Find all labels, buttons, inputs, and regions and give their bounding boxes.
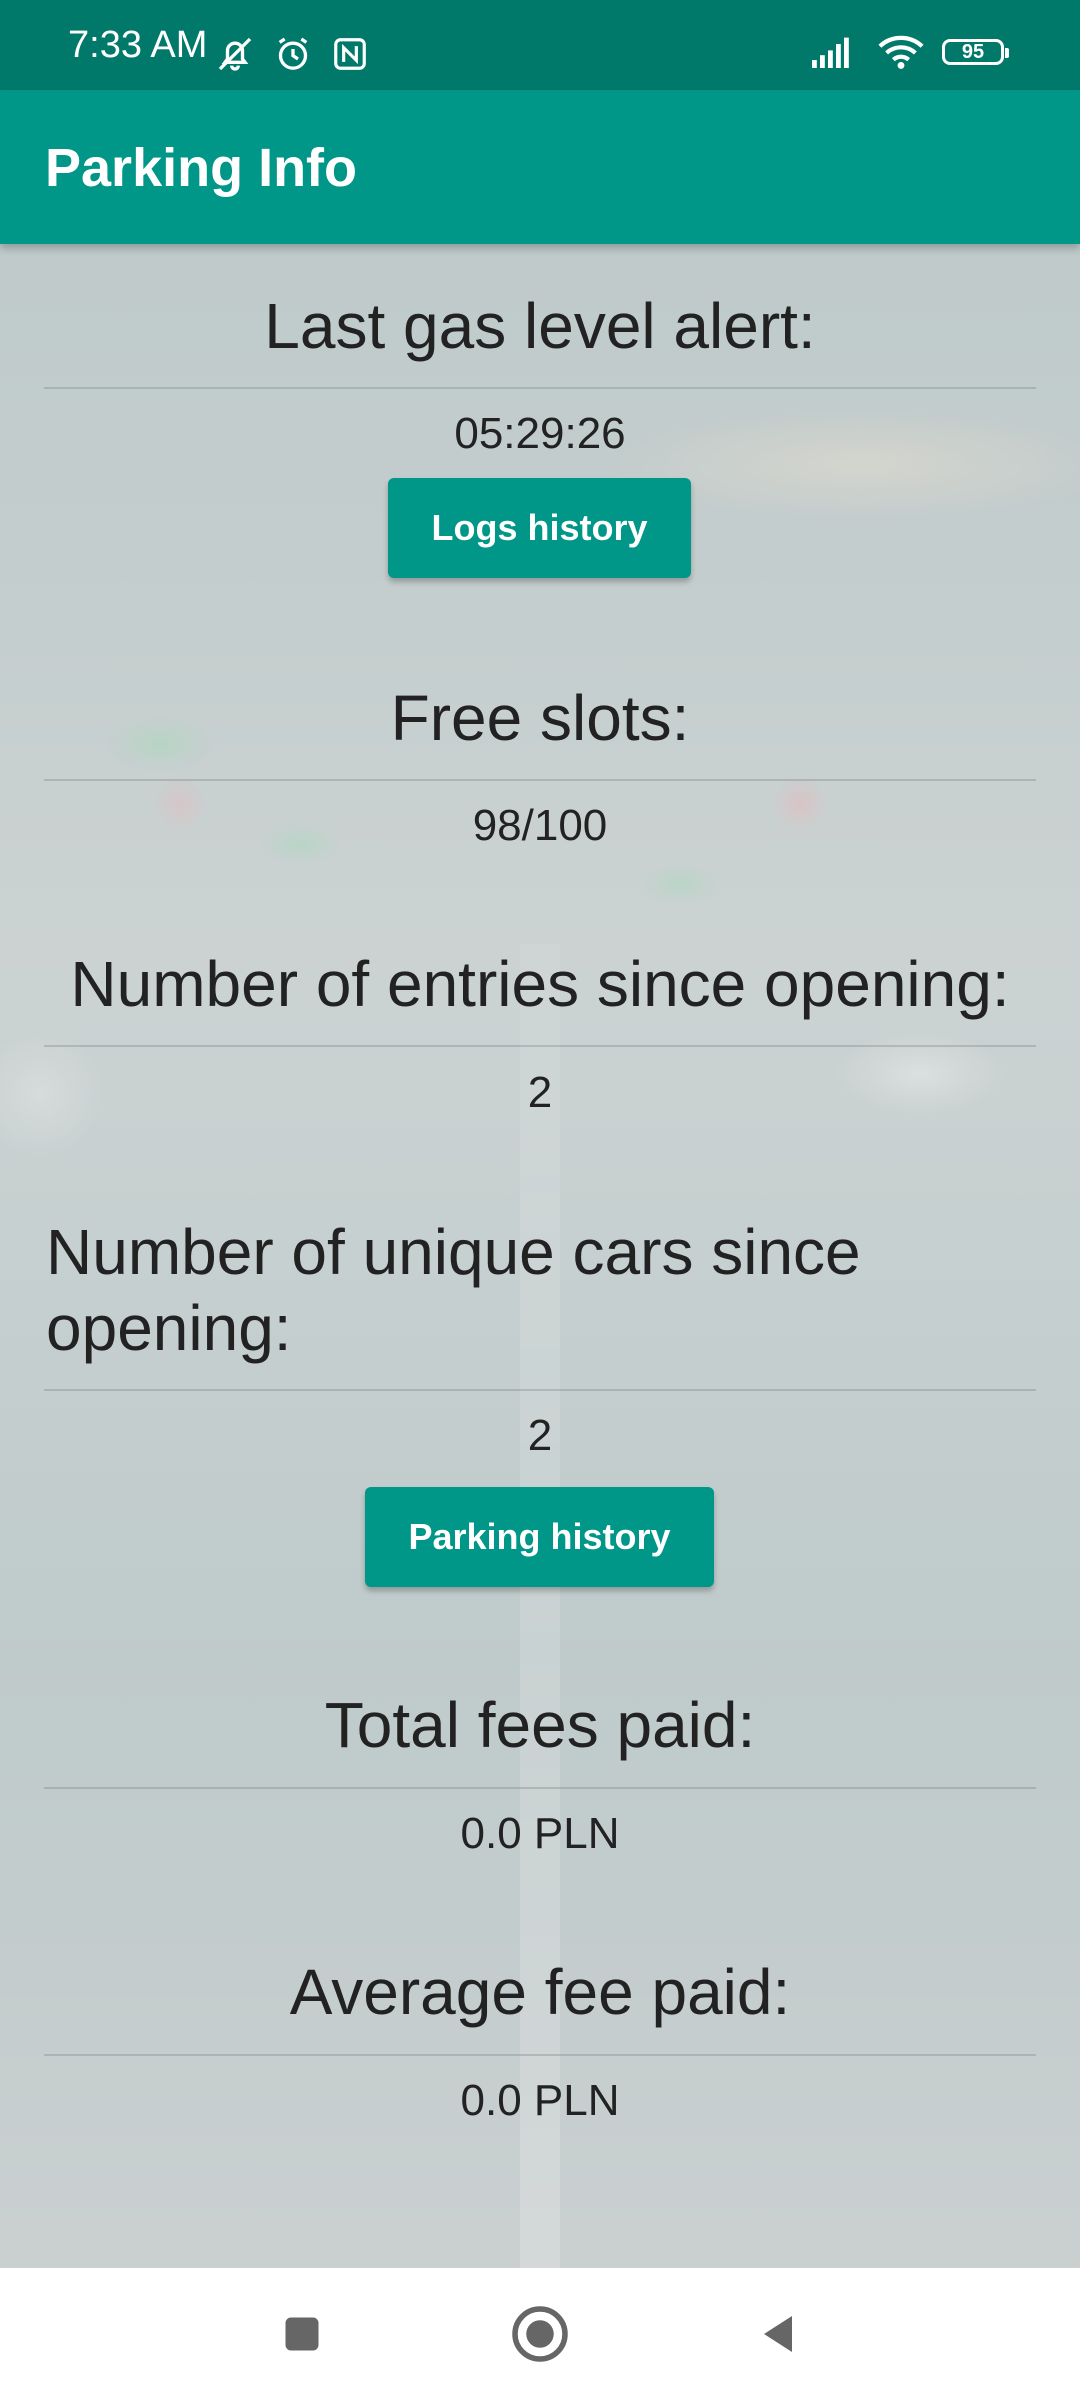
main-content: Last gas level alert: 05:29:26 Logs hist… [0,244,1080,2268]
battery-icon: 95 [942,39,1009,65]
home-button[interactable] [508,2302,572,2366]
divider [44,779,1036,781]
unique-cars-section: Number of unique cars since opening: [0,1214,1080,1366]
app-title: Parking Info [45,138,358,198]
app-bar: Parking Info [0,90,1080,244]
muted-bell-icon [218,37,252,71]
nfc-icon [334,38,366,70]
divider [44,2054,1036,2056]
back-triangle-icon [764,2316,792,2352]
alarm-icon [278,37,308,70]
total-fees-value: 0.0 PLN [460,1809,620,1858]
entries-value: 2 [527,1068,553,1117]
signal-icon [812,37,849,68]
gas-alert-section: Last gas level alert: [0,288,1080,364]
average-fee-section: Average fee paid: [0,1954,1080,2030]
battery-level: 95 [961,40,985,63]
recents-button[interactable] [270,2302,334,2366]
logs-history-button[interactable]: Logs history [388,478,691,578]
status-time: 7:33 AM [68,24,208,66]
free-slots-value: 98/100 [472,801,608,850]
entries-label: Number of entries since opening: [70,948,1010,1020]
parking-history-button[interactable]: Parking history [365,1487,714,1587]
divider [44,1787,1036,1789]
navigation-bar [0,2268,1080,2400]
entries-section: Number of entries since opening: [0,946,1080,1022]
gas-alert-label: Last gas level alert: [264,290,816,362]
divider [44,1045,1036,1047]
free-slots-section: Free slots: [0,680,1080,756]
status-bar: 7:33 AM 95 [0,0,1080,90]
back-button[interactable] [746,2302,810,2366]
total-fees-section: Total fees paid: [0,1687,1080,1763]
unique-cars-value: 2 [527,1411,553,1460]
total-fees-label: Total fees paid: [324,1689,756,1761]
average-fee-value: 0.0 PLN [460,2076,620,2125]
unique-cars-label: Number of unique cars since opening: [46,1216,861,1364]
status-icons-right: 95 [812,34,1009,70]
home-circle-icon [512,2306,568,2362]
divider [44,1389,1036,1391]
divider [44,387,1036,389]
gas-alert-value: 05:29:26 [454,409,626,458]
wifi-icon [878,35,924,69]
average-fee-label: Average fee paid: [289,1956,791,2028]
square-icon [285,2317,319,2351]
free-slots-label: Free slots: [390,682,690,754]
status-icons-left [215,34,369,74]
